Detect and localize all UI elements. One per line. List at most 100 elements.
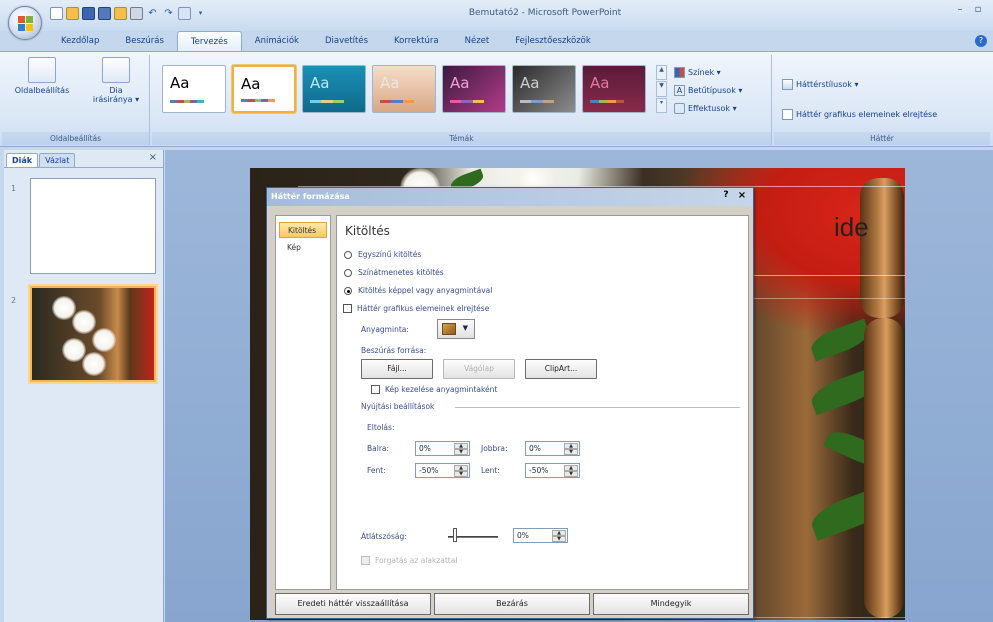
spinner-arrows-icon[interactable]: ▲ ▼ [454,443,468,455]
rotate-with-shape-checkbox[interactable]: Forgatás az alakzattal [361,556,457,565]
nav-fill[interactable]: Kitöltés [279,222,327,238]
divider [455,407,740,408]
undo-icon[interactable]: ↶ [146,7,159,20]
scroll-down-icon[interactable]: ▼ [656,81,667,97]
theme-current[interactable]: Aa [232,65,296,113]
file-button[interactable]: Fájl... [361,359,433,379]
radio-picture-fill[interactable]: Kitöltés képpel vagy anyagmintával [344,286,492,295]
effects-button[interactable]: Effektusok ▾ [674,103,737,114]
print-icon[interactable] [130,7,143,20]
right-offset-input[interactable]: 0% ▲ ▼ [525,441,580,456]
dialog-nav: Kitöltés Kép [275,215,331,590]
texture-swatch-icon [442,323,456,335]
slide-thumbnail-2[interactable] [30,286,156,382]
close-icon[interactable]: × [735,190,749,203]
right-offset-label: Jobbra: [481,444,508,453]
left-offset-input[interactable]: 0% ▲ ▼ [415,441,470,456]
slide-title-text: ide [834,212,869,242]
spinner-arrows-icon[interactable]: ▲ ▼ [552,530,566,542]
colors-button[interactable]: Színek ▾ [674,67,721,78]
tab-animations[interactable]: Animációk [242,31,312,51]
transparency-input[interactable]: 0% ▲ ▼ [513,528,568,543]
bottom-offset-label: Lent: [481,466,500,475]
clipboard-button[interactable]: Vágólap [443,359,515,379]
folder-icon[interactable] [114,7,127,20]
colors-icon [674,67,685,78]
tab-insert[interactable]: Beszúrás [112,31,176,51]
tab-developer[interactable]: Fejlesztőeszközök [502,31,604,51]
slides-icon[interactable] [178,7,191,20]
clipart-button[interactable]: ClipArt... [525,359,597,379]
radio-icon [344,250,352,259]
spinner-arrows-icon[interactable]: ▲ ▼ [564,465,578,477]
theme-office[interactable]: Aa [162,65,226,113]
nav-picture[interactable]: Kép [279,240,327,256]
dialog-footer: Eredeti háttér visszaállítása Bezárás Mi… [275,593,749,615]
theme-purple[interactable]: Aa [442,65,506,113]
background-styles-button[interactable]: Háttérstílusok ▾ [782,79,858,90]
apply-all-button[interactable]: Mindegyik [593,593,749,615]
tab-view[interactable]: Nézet [452,31,503,51]
fonts-icon: A [674,85,685,96]
reset-background-button[interactable]: Eredeti háttér visszaállítása [275,593,431,615]
insert-from-label: Beszúrás forrása: [361,346,427,355]
theme-aqua[interactable]: Aa [302,65,366,113]
tab-slides[interactable]: Diák [6,153,39,167]
customize-icon[interactable]: ▾ [194,7,207,20]
help-icon[interactable]: ? [975,35,987,47]
ribbon: Oldalbeállítás Dia irásiránya ▾ Oldalbeá… [0,51,993,147]
radio-gradient-fill[interactable]: Színátmenetes kitöltés [344,268,444,277]
checkbox-icon [343,304,352,313]
close-button[interactable]: Bezárás [434,593,590,615]
scroll-up-icon[interactable]: ▲ [656,65,667,81]
open-icon[interactable] [66,7,79,20]
slider-handle[interactable] [453,528,457,542]
help-icon[interactable]: ? [719,190,733,203]
tab-design[interactable]: Tervezés [176,31,242,51]
hide-bg-graphics-checkbox[interactable]: Háttér grafikus elemeinek elrejtése [343,304,489,313]
fonts-button[interactable]: A Betűtípusok ▾ [674,85,742,96]
more-icon[interactable]: ▾ [656,97,667,113]
tab-outline[interactable]: Vázlat [39,153,76,167]
save-icon[interactable] [82,7,95,20]
dialog-title-bar[interactable]: Háttér formázása ? × [267,188,753,206]
close-icon[interactable]: × [149,152,157,163]
radio-solid-fill[interactable]: Egyszínű kitöltés [344,250,421,259]
background-group-label: Háttér [774,132,990,145]
office-button[interactable] [8,6,42,40]
page-setup-icon [28,57,56,83]
minimize-button[interactable]: – [953,4,967,18]
tab-home[interactable]: Kezdőlap [48,31,112,51]
format-background-dialog: Háttér formázása ? × Kitöltés Kép Kitölt… [266,187,754,619]
theme-peach[interactable]: Aa [372,65,436,113]
save-all-icon[interactable] [98,7,111,20]
checkbox-icon [782,109,793,120]
title-bar: ↶ ↷ ▾ Bemutató2 - Microsoft PowerPoint –… [0,0,993,31]
new-icon[interactable] [50,7,63,20]
slide-thumbnail-1[interactable] [30,178,156,274]
orientation-icon [102,57,130,83]
theme-gray[interactable]: Aa [512,65,576,113]
slides-panel: Diák Vázlat × 1 2 [4,150,164,622]
redo-icon[interactable]: ↷ [162,7,175,20]
dialog-title: Háttér formázása [271,192,350,201]
themes-scroll[interactable]: ▲ ▼ ▾ [656,65,667,113]
hide-background-graphics-checkbox[interactable]: Háttér grafikus elemeinek elrejtése [782,109,937,120]
bottom-offset-input[interactable]: -50% ▲ ▼ [525,463,580,478]
tile-picture-checkbox[interactable]: Kép kezelése anyagmintaként [371,385,497,394]
slide-orientation-button[interactable]: Dia irásiránya ▾ [88,57,144,104]
spinner-arrows-icon[interactable]: ▲ ▼ [454,465,468,477]
chevron-down-icon: ▼ [462,324,468,332]
themes-group-label: Témák [152,132,771,145]
office-logo-icon [18,16,33,31]
top-offset-input[interactable]: -50% ▲ ▼ [415,463,470,478]
dialog-content: Kitöltés Egyszínű kitöltés Színátmenetes… [336,215,749,590]
restore-button[interactable]: ▫ [971,4,985,18]
spinner-arrows-icon[interactable]: ▲ ▼ [564,443,578,455]
theme-dark-red[interactable]: Aa [582,65,646,113]
page-setup-group-label: Oldalbeállítás [2,132,149,145]
tab-review[interactable]: Korrektúra [381,31,452,51]
page-setup-button[interactable]: Oldalbeállítás [8,57,76,95]
tab-slideshow[interactable]: Diavetítés [312,31,381,51]
texture-picker[interactable]: ▼ [437,319,475,339]
